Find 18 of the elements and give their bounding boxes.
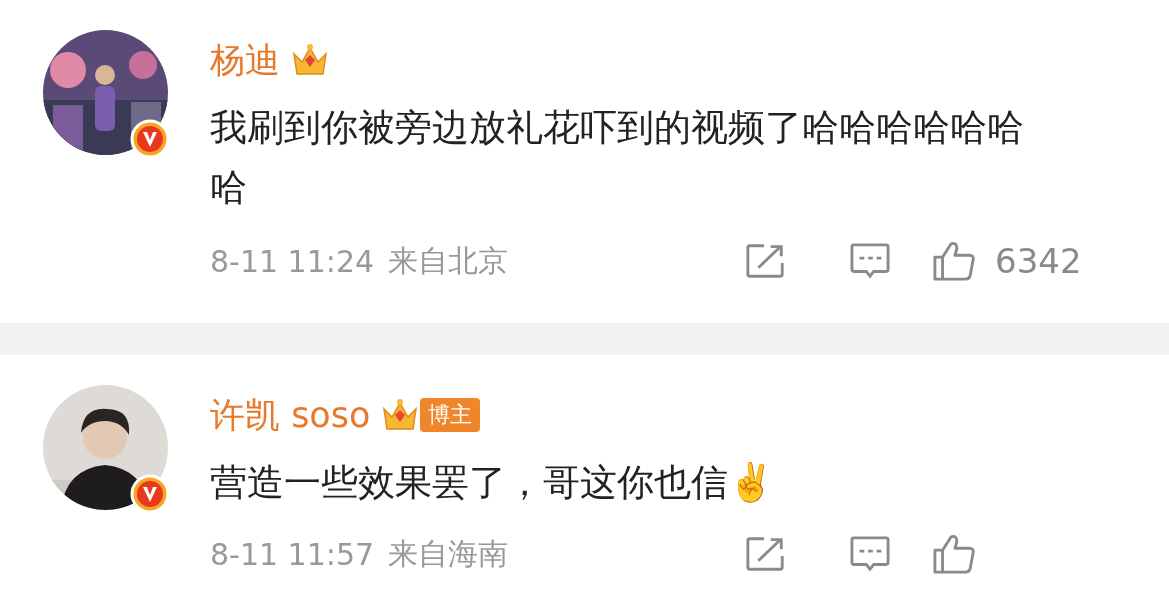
user-name[interactable]: 杨迪 — [210, 36, 280, 84]
like-icon[interactable] — [931, 240, 977, 282]
verified-icon — [130, 119, 170, 159]
verified-icon — [130, 474, 170, 514]
comment-icon[interactable] — [849, 242, 891, 280]
comment-location: 来自北京 — [388, 241, 509, 280]
comment-time: 8-11 11:57 — [210, 536, 375, 572]
comment-icon[interactable] — [849, 535, 891, 573]
like-count: 6342 — [995, 241, 1082, 281]
comment-time: 8-11 11:24 — [210, 243, 375, 279]
user-name[interactable]: 许凯 soso — [210, 391, 371, 439]
like-icon[interactable] — [931, 533, 977, 575]
comment-text: 我刷到你被旁边放礼花吓到的视频了哈哈哈哈哈哈哈 — [210, 105, 1025, 211]
share-icon[interactable] — [745, 242, 787, 280]
comment-text: 营造一些效果罢了，哥这你也信✌ — [210, 460, 775, 506]
share-icon[interactable] — [745, 535, 787, 573]
blogger-badge: 博主 — [420, 398, 481, 432]
comment-location: 来自海南 — [388, 534, 509, 573]
